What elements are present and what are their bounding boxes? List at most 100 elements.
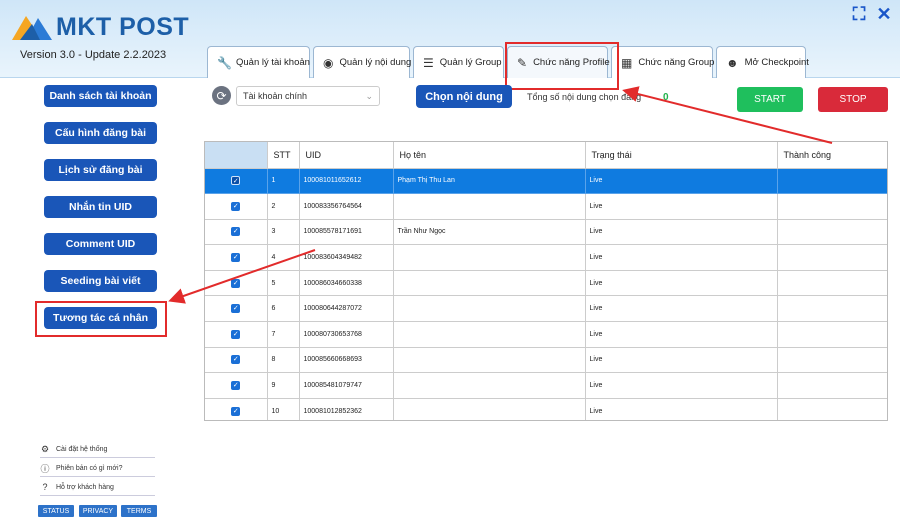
system-settings-link[interactable]: ⚙ Cài đặt hệ thống — [40, 441, 155, 458]
cell-stt: 2 — [267, 193, 300, 220]
close-icon[interactable]: ✕ — [874, 4, 894, 24]
terms-link[interactable]: TERMS — [121, 505, 157, 517]
tab-account-management[interactable]: 🔧 Quản lý tài khoản — [207, 46, 310, 78]
cell-status: Live — [585, 270, 778, 297]
tab-label: Quản lý tài khoản — [236, 57, 310, 68]
cell-stt: 10 — [267, 398, 300, 420]
cell-select: ✓ — [205, 295, 268, 323]
sidebar-item-post-config[interactable]: Cấu hình đăng bài — [44, 122, 157, 144]
tab-content-management[interactable]: ◉ Quản lý nội dung — [313, 46, 411, 78]
cell-select: ✓ — [205, 219, 268, 246]
column-header: STT — [267, 142, 300, 169]
app-logo: MKT POST — [10, 12, 189, 42]
row-checkbox[interactable]: ✓ — [231, 253, 241, 263]
privacy-link[interactable]: PRIVACY — [79, 505, 117, 517]
cell-status: Live — [585, 244, 778, 271]
chevron-down-icon: ⌄ — [365, 90, 373, 101]
total-content-value: 0 — [663, 92, 669, 103]
row-checkbox[interactable]: ✓ — [231, 329, 241, 339]
table-header-row: STT UID Họ tên Trạng thái Thành công — [205, 142, 887, 169]
sidebar-item-account-list[interactable]: Danh sách tài khoản — [44, 85, 157, 107]
cell-name — [393, 193, 586, 220]
table-row[interactable]: ✓ 4 100083604349482 Live — [205, 244, 887, 271]
cell-status: Live — [585, 168, 778, 195]
cell-name: Trần Như Ngọc — [393, 219, 586, 246]
cell-success — [777, 372, 887, 399]
app-header: MKT POST Version 3.0 - Update 2.2.2023 ⛶… — [0, 0, 900, 78]
start-button[interactable]: START — [737, 87, 803, 112]
row-checkbox[interactable]: ✓ — [231, 355, 241, 365]
grid-icon: ▦ — [621, 55, 633, 70]
tab-label: Chức năng Group — [638, 57, 715, 68]
cell-select: ✓ — [205, 168, 268, 195]
cell-select: ✓ — [205, 193, 268, 220]
table-row[interactable]: ✓ 8 100085660668693 Live — [205, 347, 887, 374]
sidebar-item-message-uid[interactable]: Nhắn tin UID — [44, 196, 157, 218]
cell-success — [777, 321, 887, 348]
sidebar-item-comment-uid[interactable]: Comment UID — [44, 233, 157, 255]
table-row[interactable]: ✓ 9 100085481079747 Live — [205, 372, 887, 399]
table-row[interactable]: ✓ 5 100086034660338 Live — [205, 270, 887, 297]
column-header: Thành công — [777, 142, 887, 169]
cell-name — [393, 398, 586, 420]
cell-select: ✓ — [205, 372, 268, 399]
cell-status: Live — [585, 295, 778, 323]
cell-uid: 100080730653768 — [299, 321, 394, 348]
row-checkbox[interactable]: ✓ — [231, 381, 241, 391]
table-row[interactable]: ✓ 3 100085578171691 Trần Như Ngọc Live — [205, 219, 887, 246]
account-select-value: Tài khoản chính — [243, 91, 308, 101]
whats-new-link[interactable]: ⓘ Phiên bản có gì mới? — [40, 460, 155, 477]
sidebar-item-post-history[interactable]: Lịch sử đăng bài — [44, 159, 157, 181]
cell-select: ✓ — [205, 270, 268, 297]
row-checkbox[interactable]: ✓ — [231, 406, 241, 416]
select-column-header[interactable] — [205, 142, 268, 169]
cell-stt: 4 — [267, 244, 300, 271]
cell-name — [393, 295, 586, 323]
account-select[interactable]: Tài khoản chính ⌄ — [236, 86, 380, 106]
cell-stt: 9 — [267, 372, 300, 399]
sidebar-highlight-box — [35, 301, 167, 337]
eye-icon: ◉ — [323, 55, 334, 70]
cell-stt: 7 — [267, 321, 300, 348]
tab-open-checkpoint[interactable]: ☻ Mở Checkpoint — [716, 46, 809, 78]
table-row[interactable]: ✓ 2 100083356764564 Live — [205, 193, 887, 220]
cell-success — [777, 295, 887, 323]
logo-text: MKT POST — [56, 12, 190, 41]
cell-uid: 100081012852362 — [299, 398, 394, 420]
table-row[interactable]: ✓ 10 100081012852362 Live — [205, 398, 887, 420]
cell-uid: 100080644287072 — [299, 295, 394, 323]
row-checkbox[interactable]: ✓ — [231, 201, 241, 211]
footer-link-label: Hỗ trợ khách hàng — [56, 483, 114, 491]
status-link[interactable]: STATUS — [38, 505, 74, 517]
sidebar-item-seeding[interactable]: Seeding bài viết — [44, 270, 157, 292]
table-row[interactable]: ✓ 1 100081011652612 Phạm Thị Thu Lan Live — [205, 168, 887, 195]
refresh-icon[interactable]: ⟳ — [212, 86, 231, 105]
customer-support-link[interactable]: ? Hỗ trợ khách hàng — [40, 479, 155, 496]
cell-success — [777, 398, 887, 420]
info-icon: ⓘ — [40, 463, 50, 474]
row-checkbox[interactable]: ✓ — [231, 304, 241, 314]
tab-group-functions[interactable]: ▦ Chức năng Group — [611, 46, 715, 78]
row-checkbox[interactable]: ✓ — [231, 176, 241, 186]
table-row[interactable]: ✓ 6 100080644287072 Live — [205, 295, 887, 323]
row-checkbox[interactable]: ✓ — [231, 278, 241, 288]
cell-status: Live — [585, 219, 778, 246]
stop-button[interactable]: STOP — [818, 87, 888, 112]
tab-label: Quản lý Group — [439, 57, 502, 68]
cell-uid: 100083604349482 — [299, 244, 394, 271]
row-checkbox[interactable]: ✓ — [231, 227, 241, 237]
cell-success — [777, 219, 887, 246]
tab-group-management[interactable]: ☰ Quản lý Group — [413, 46, 504, 78]
cell-name — [393, 270, 586, 297]
cell-status: Live — [585, 347, 778, 374]
expand-icon[interactable]: ⛶ — [849, 4, 869, 24]
cell-select: ✓ — [205, 347, 268, 374]
cell-stt: 1 — [267, 168, 300, 195]
cell-success — [777, 244, 887, 271]
cell-stt: 5 — [267, 270, 300, 297]
cell-success — [777, 168, 887, 195]
cell-stt: 3 — [267, 219, 300, 246]
table-row[interactable]: ✓ 7 100080730653768 Live — [205, 321, 887, 348]
cell-name — [393, 321, 586, 348]
choose-content-button[interactable]: Chọn nội dung — [416, 85, 512, 108]
